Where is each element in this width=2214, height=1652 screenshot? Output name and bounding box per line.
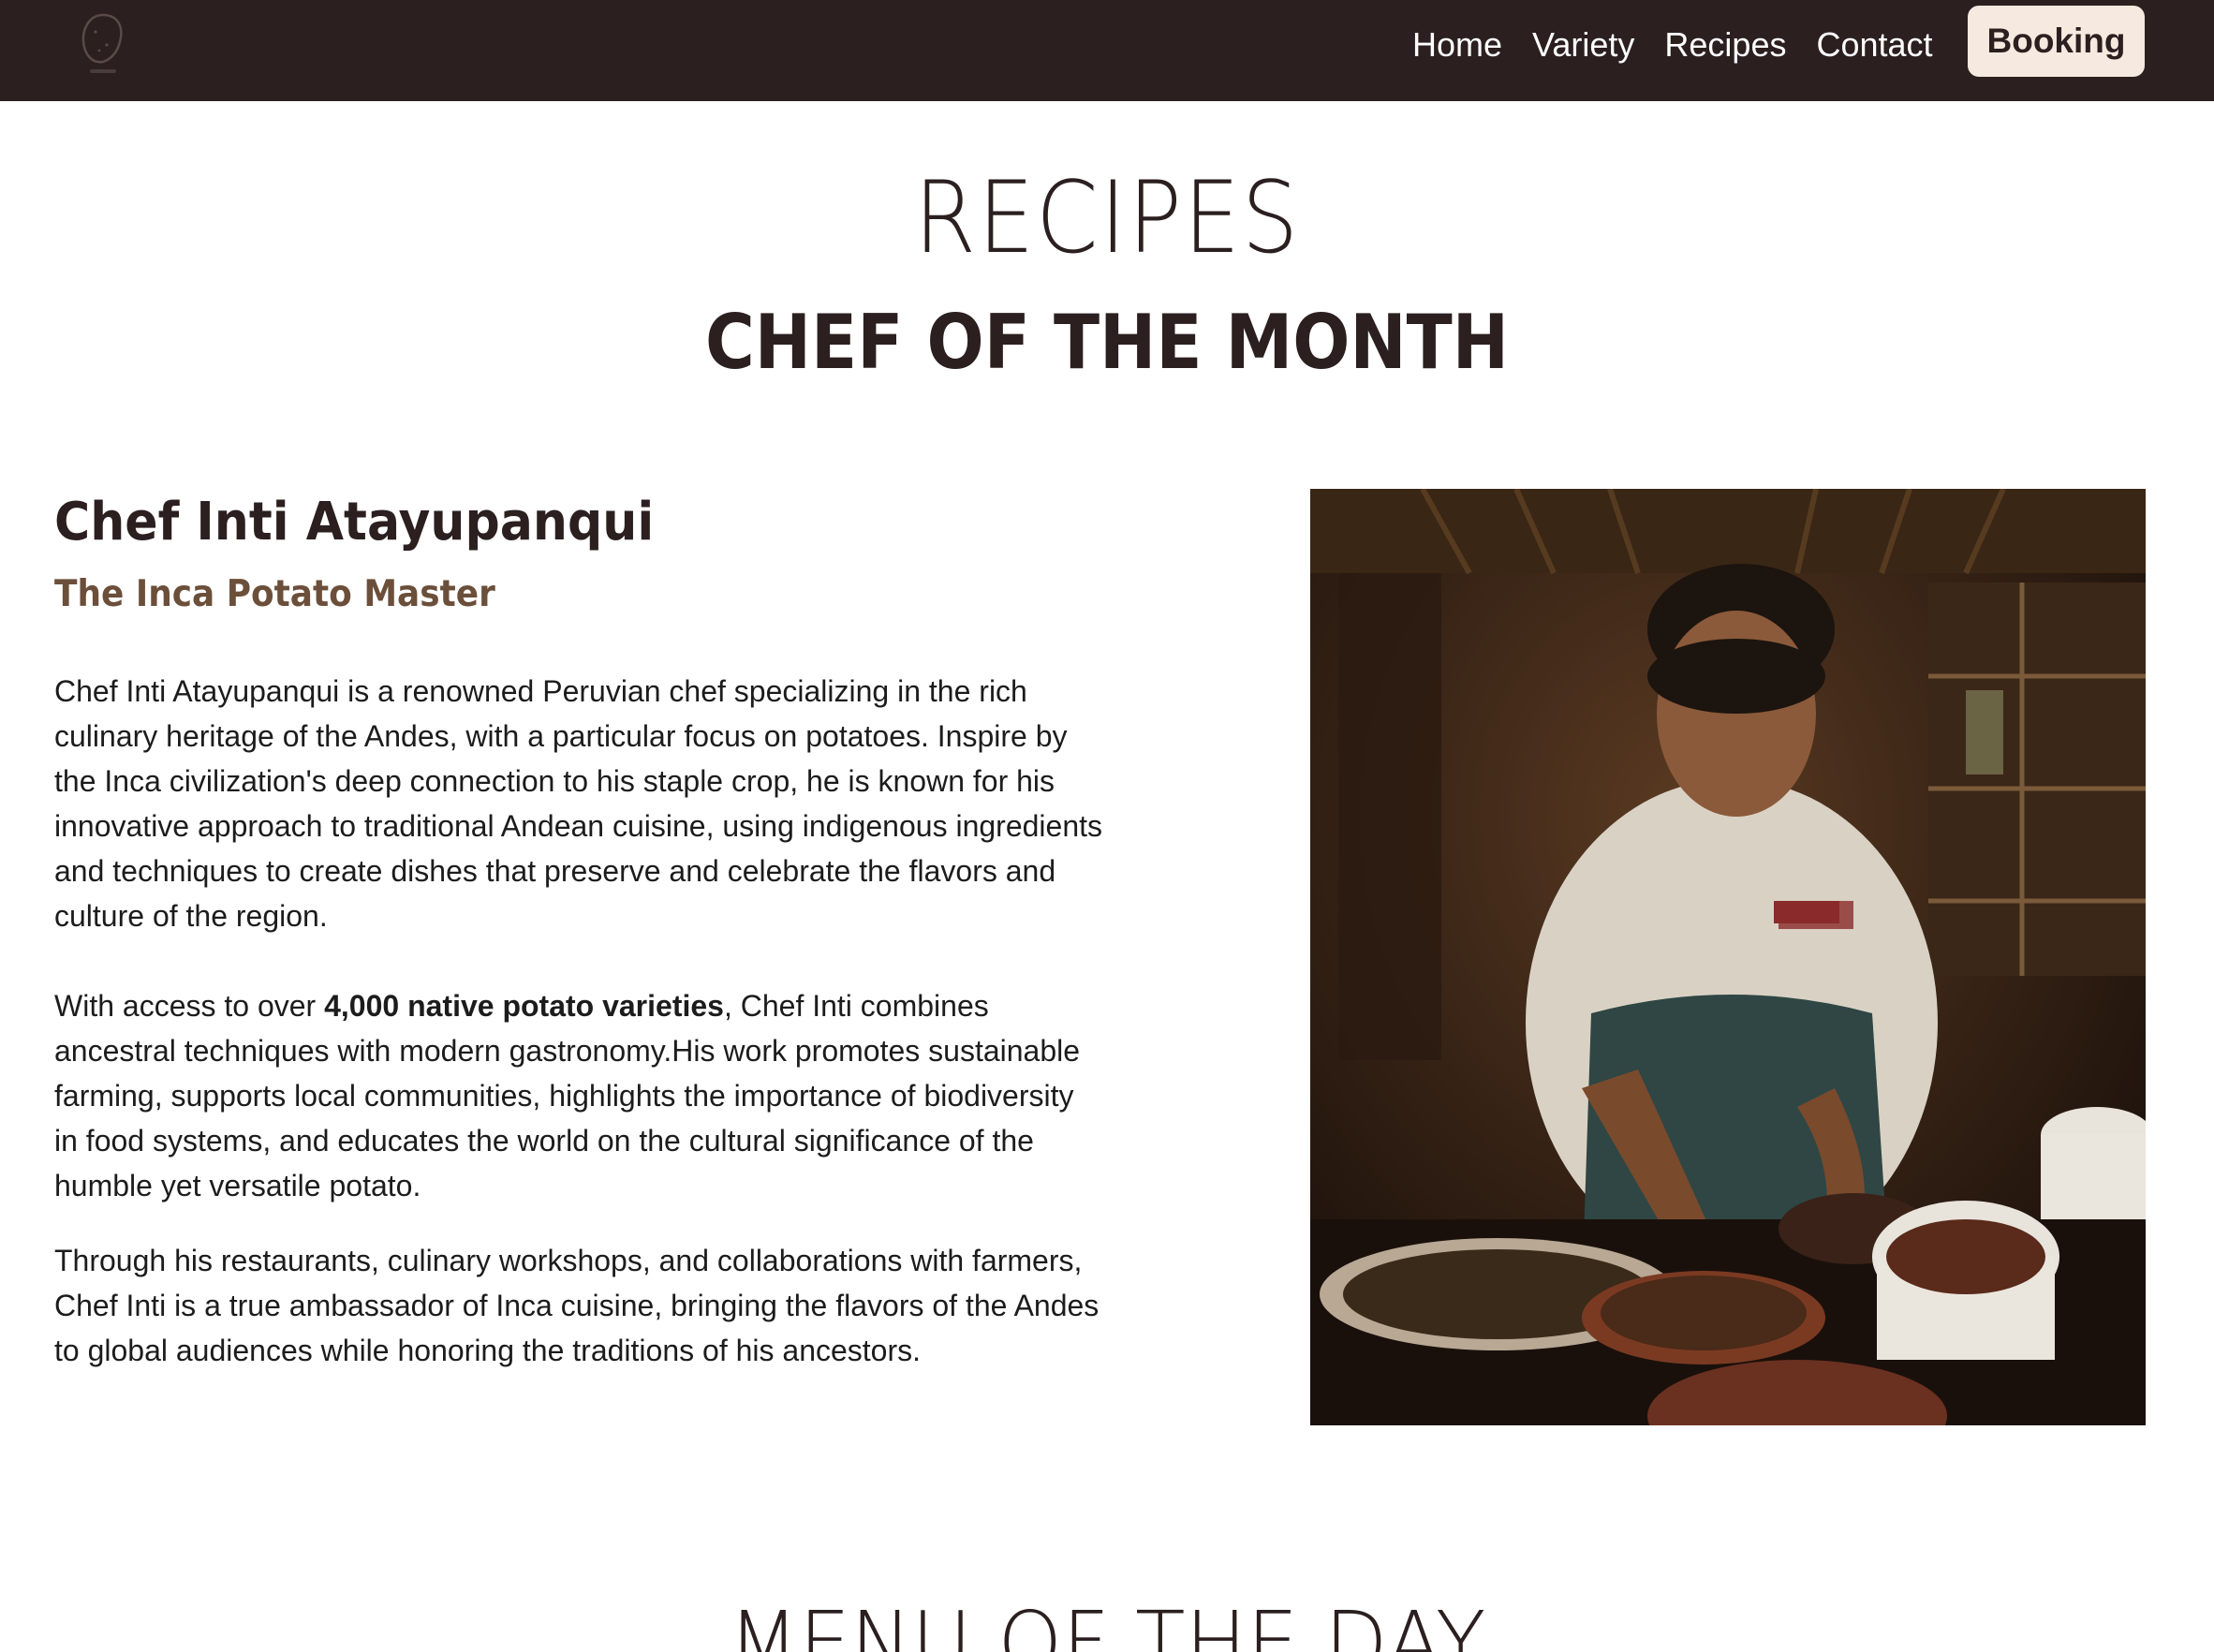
menu-of-the-day-title: MENU OF THE DAY: [728, 1593, 1486, 1652]
chef-name: Chef Inti Atayupanqui: [54, 492, 655, 553]
chef-bio-paragraph-1: Chef Inti Atayupanqui is a renowned Peru…: [54, 674, 1102, 933]
potato-logo-icon[interactable]: [79, 11, 127, 77]
bio-text: With access to over: [54, 989, 325, 1023]
section-title: CHEF OF THE MONTH: [704, 299, 1510, 386]
chef-subtitle: The Inca Potato Master: [54, 573, 495, 615]
booking-button[interactable]: Booking: [1968, 6, 2145, 77]
navbar: Home Variety Recipes Contact Booking: [0, 0, 2214, 101]
chef-bio-paragraph-3: Through his restaurants, culinary worksh…: [54, 1244, 1100, 1367]
nav-link-recipes[interactable]: Recipes: [1664, 22, 1786, 67]
page-title: RECIPES: [913, 160, 1301, 275]
main-nav: Home Variety Recipes Contact: [1412, 22, 1933, 67]
bio-highlight: 4,000 native potato varieties: [324, 989, 724, 1023]
nav-link-contact[interactable]: Contact: [1816, 22, 1932, 67]
chef-photo: [1310, 489, 2146, 1425]
nav-link-home[interactable]: Home: [1412, 22, 1502, 67]
nav-link-variety[interactable]: Variety: [1532, 22, 1634, 67]
chef-bio-paragraph-2: With access to over 4,000 native potato …: [54, 983, 1103, 1208]
